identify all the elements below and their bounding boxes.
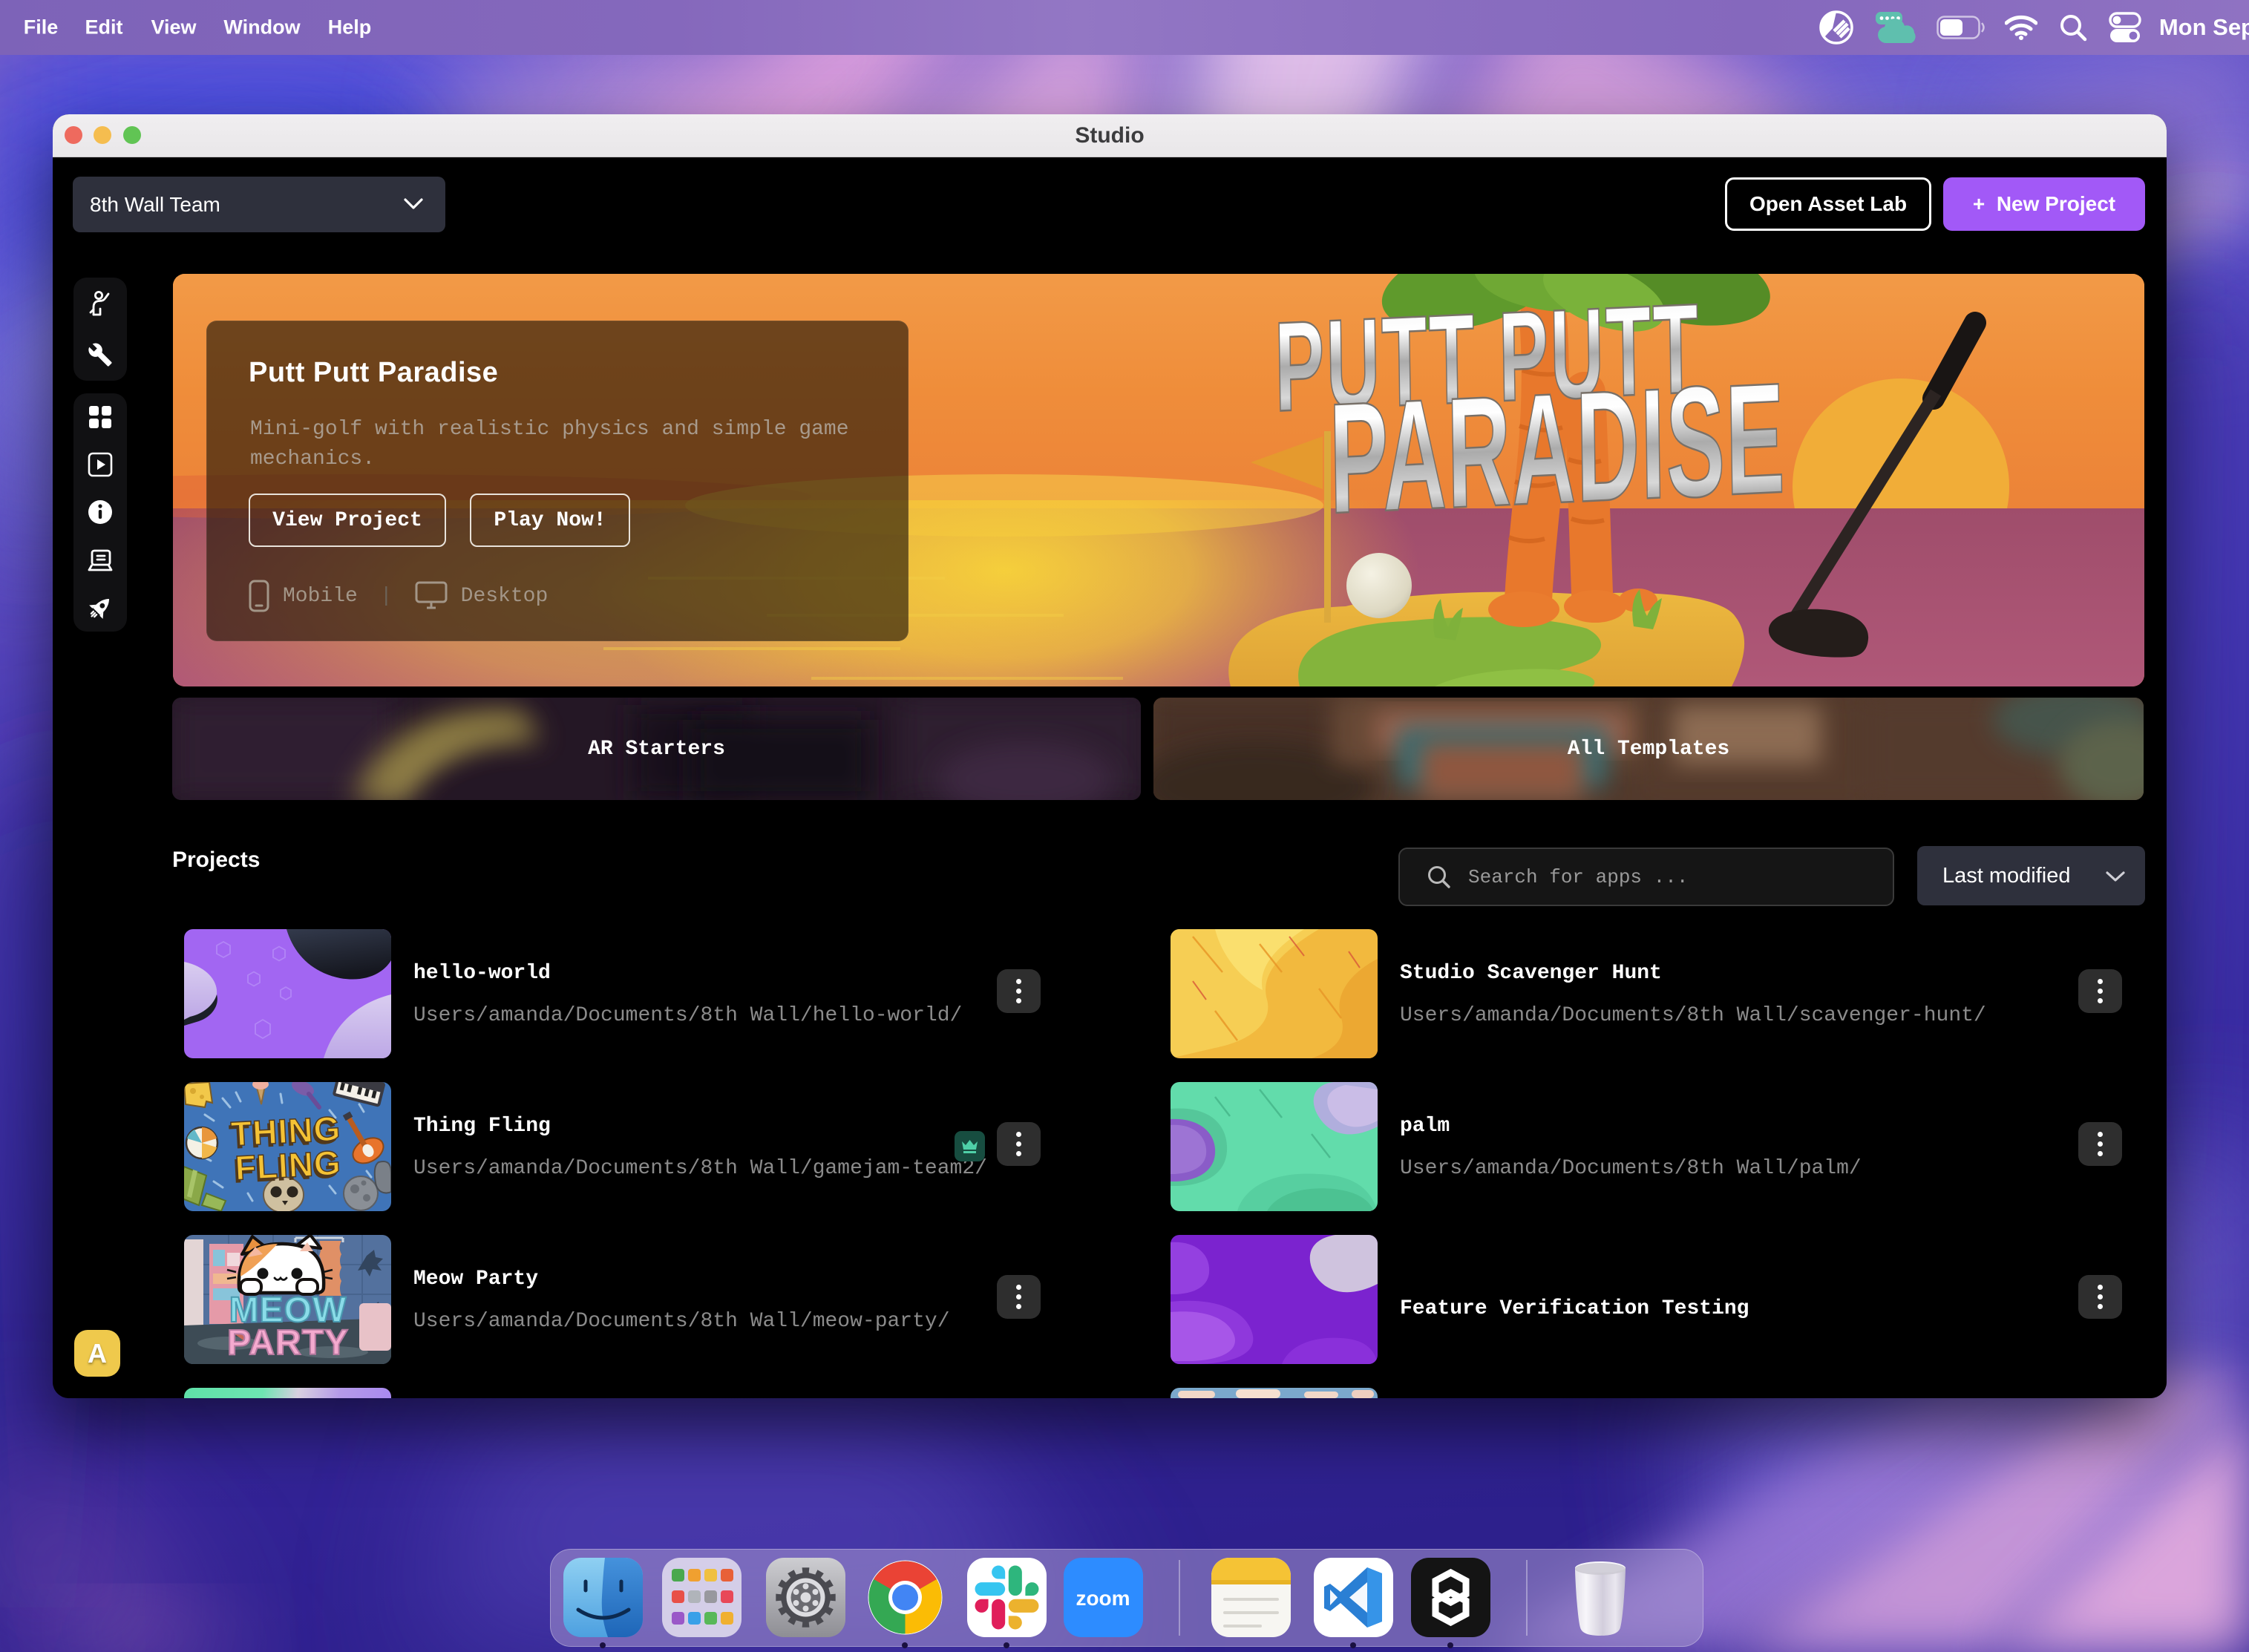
svg-text:PARTY: PARTY bbox=[227, 1323, 349, 1363]
svg-text:PARADISE: PARADISE bbox=[1328, 350, 1787, 547]
svg-text:zoom: zoom bbox=[1076, 1587, 1130, 1610]
svg-text:FLING: FLING bbox=[234, 1143, 342, 1187]
